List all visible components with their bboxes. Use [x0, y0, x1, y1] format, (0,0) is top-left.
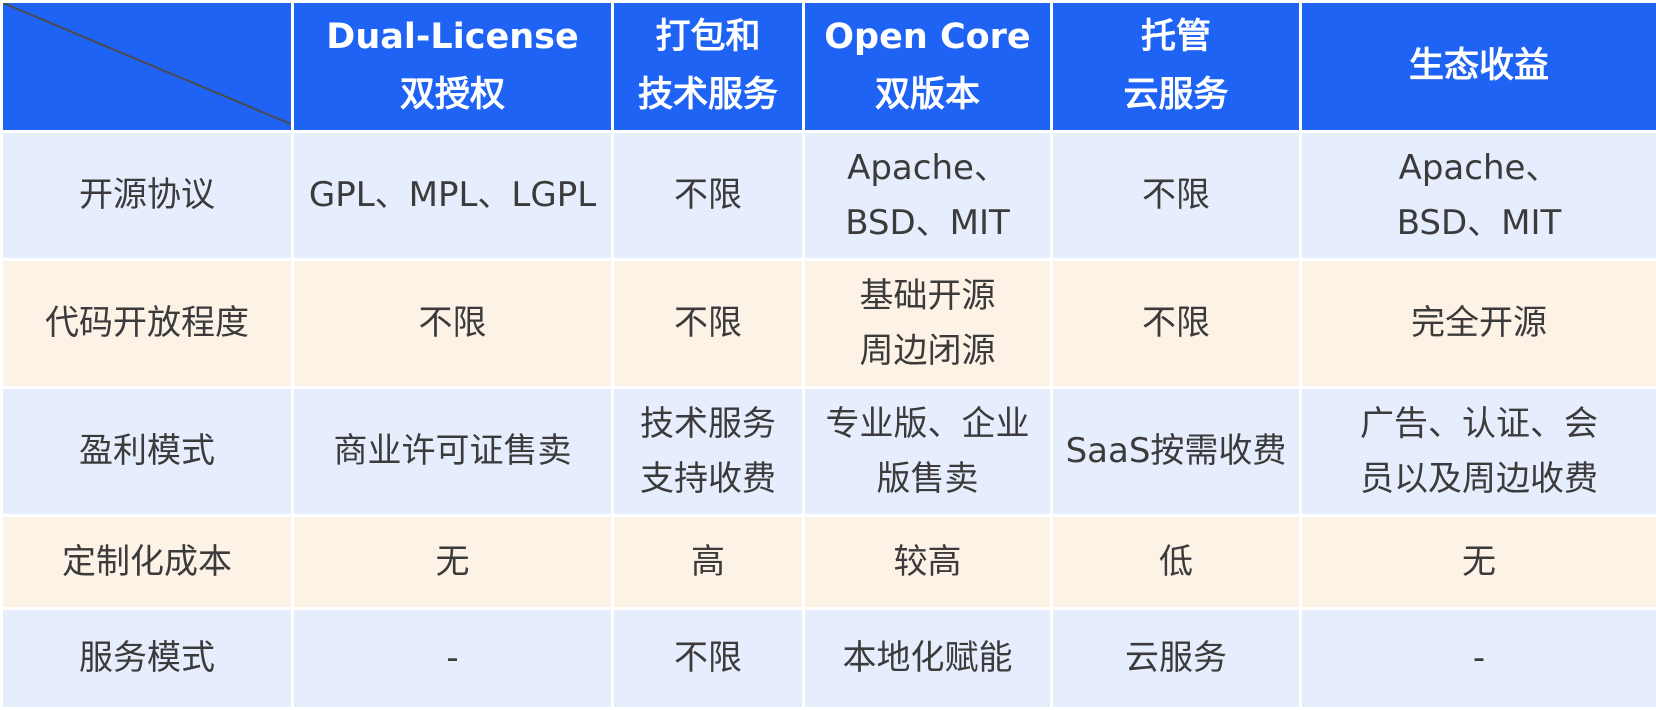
cell-line: Apache、 [1308, 141, 1650, 195]
cell-line: 完全开源 [1308, 296, 1650, 350]
table-cell: 基础开源 周边闭源 [804, 260, 1052, 388]
cell-line: BSD、MIT [1308, 196, 1650, 250]
cell-line: 较高 [811, 535, 1044, 589]
table-cell: Apache、 BSD、MIT [1301, 132, 1656, 260]
cell-line: GPL、MPL、LGPL [300, 168, 605, 222]
cell-line: 周边闭源 [811, 324, 1044, 378]
table-cell: 技术服务 支持收费 [613, 388, 804, 516]
header-dual-license: Dual-License 双授权 [293, 2, 613, 132]
header-packaging-services: 打包和 技术服务 [613, 2, 804, 132]
row-label: 服务模式 [2, 609, 293, 709]
cell-line: 技术服务 [620, 397, 796, 451]
table-cell: 高 [613, 516, 804, 609]
table-cell: 不限 [613, 609, 804, 709]
table-cell: 云服务 [1052, 609, 1301, 709]
header-open-core: Open Core 双版本 [804, 2, 1052, 132]
table-cell: 不限 [613, 132, 804, 260]
table-row-customization-cost: 定制化成本 无 高 较高 低 无 [2, 516, 1656, 609]
cell-line: 不限 [620, 631, 796, 685]
cell-line: 支持收费 [620, 452, 796, 506]
table-cell: SaaS按需收费 [1052, 388, 1301, 516]
header-line: 双授权 [300, 67, 605, 125]
header-ecosystem-revenue: 生态收益 [1301, 2, 1656, 132]
table-cell: 不限 [1052, 132, 1301, 260]
diagonal-divider [3, 3, 291, 130]
table-row-service-model: 服务模式 - 不限 本地化赋能 云服务 - [2, 609, 1656, 709]
cell-line: 版售卖 [811, 452, 1044, 506]
row-label: 开源协议 [2, 132, 293, 260]
table-cell: - [293, 609, 613, 709]
header-line: Dual-License [300, 9, 605, 67]
table-row-code-openness: 代码开放程度 不限 不限 基础开源 周边闭源 不限 完全开源 [2, 260, 1656, 388]
cell-line: BSD、MIT [811, 196, 1044, 250]
table-cell: 不限 [293, 260, 613, 388]
cell-line: 云服务 [1059, 631, 1293, 685]
header-line: 云服务 [1059, 67, 1293, 125]
cell-line: Apache、 [811, 141, 1044, 195]
comparison-table-container: Dual-License 双授权 打包和 技术服务 Open Core 双版本 … [0, 0, 1656, 707]
header-hosted-cloud: 托管 云服务 [1052, 2, 1301, 132]
cell-line: 低 [1059, 535, 1293, 589]
business-model-comparison-table: Dual-License 双授权 打包和 技术服务 Open Core 双版本 … [0, 0, 1656, 710]
header-line: 生态收益 [1308, 38, 1650, 96]
corner-cell [2, 2, 293, 132]
row-label: 盈利模式 [2, 388, 293, 516]
cell-line: SaaS按需收费 [1059, 424, 1293, 478]
cell-line: 基础开源 [811, 269, 1044, 323]
row-label: 定制化成本 [2, 516, 293, 609]
cell-line: 不限 [620, 296, 796, 350]
table-cell: 不限 [1052, 260, 1301, 388]
table-cell: 不限 [613, 260, 804, 388]
cell-line: 不限 [1059, 168, 1293, 222]
table-cell: 广告、认证、会 员以及周边收费 [1301, 388, 1656, 516]
cell-line: 无 [1308, 535, 1650, 589]
cell-line: 广告、认证、会 [1308, 397, 1650, 451]
header-line: Open Core [811, 9, 1044, 67]
table-cell: 完全开源 [1301, 260, 1656, 388]
header-line: 打包和 [620, 9, 796, 67]
table-cell: - [1301, 609, 1656, 709]
table-cell: 本地化赋能 [804, 609, 1052, 709]
table-cell: GPL、MPL、LGPL [293, 132, 613, 260]
header-row: Dual-License 双授权 打包和 技术服务 Open Core 双版本 … [2, 2, 1656, 132]
table-cell: 商业许可证售卖 [293, 388, 613, 516]
table-row-profit-model: 盈利模式 商业许可证售卖 技术服务 支持收费 专业版、企业 版售卖 SaaS按需… [2, 388, 1656, 516]
table-cell: 低 [1052, 516, 1301, 609]
table-cell: 无 [293, 516, 613, 609]
cell-line: 不限 [620, 168, 796, 222]
cell-line: 无 [300, 535, 605, 589]
table-cell: 较高 [804, 516, 1052, 609]
table-cell: Apache、 BSD、MIT [804, 132, 1052, 260]
cell-line: 本地化赋能 [811, 631, 1044, 685]
header-line: 双版本 [811, 67, 1044, 125]
cell-line: 专业版、企业 [811, 397, 1044, 451]
header-line: 技术服务 [620, 67, 796, 125]
table-cell: 专业版、企业 版售卖 [804, 388, 1052, 516]
cell-line: 商业许可证售卖 [300, 424, 605, 478]
cell-line: - [300, 631, 605, 685]
table-cell: 无 [1301, 516, 1656, 609]
header-line: 托管 [1059, 9, 1293, 67]
row-label: 代码开放程度 [2, 260, 293, 388]
cell-line: 不限 [1059, 296, 1293, 350]
cell-line: 员以及周边收费 [1308, 452, 1650, 506]
cell-line: 高 [620, 535, 796, 589]
table-row-license: 开源协议 GPL、MPL、LGPL 不限 Apache、 BSD、MIT 不限 … [2, 132, 1656, 260]
cell-line: 不限 [300, 296, 605, 350]
cell-line: - [1308, 631, 1650, 685]
